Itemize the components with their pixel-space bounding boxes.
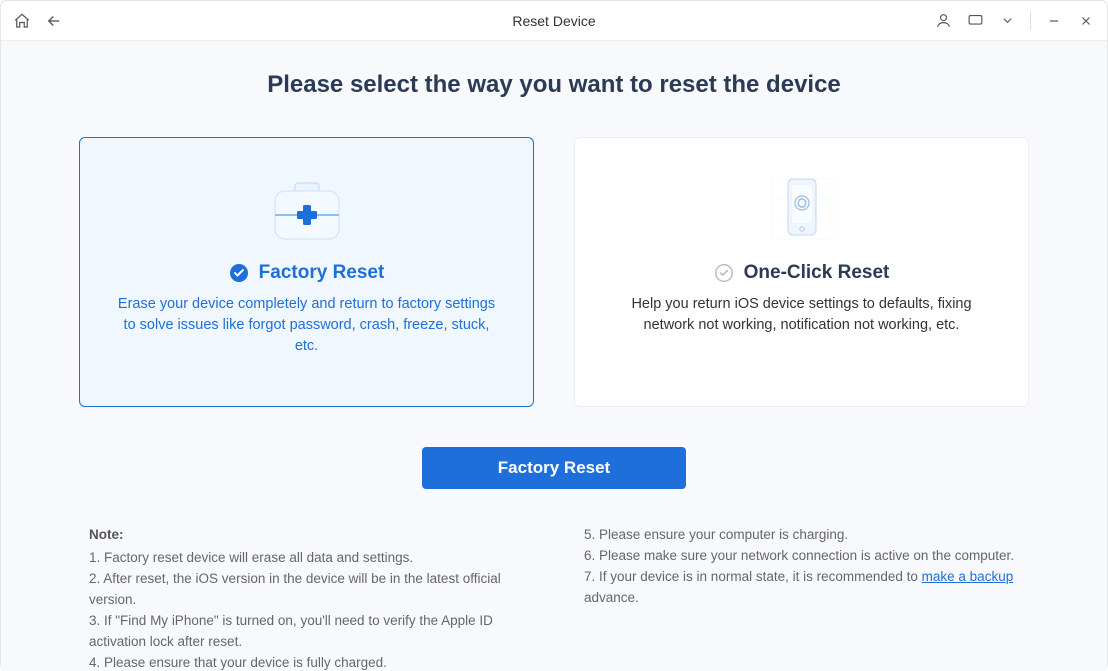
check-filled-icon <box>229 263 249 283</box>
note-3: 3. If "Find My iPhone" is turned on, you… <box>89 611 524 653</box>
feedback-icon[interactable] <box>966 12 984 30</box>
one-click-reset-card[interactable]: One-Click Reset Help you return iOS devi… <box>574 137 1029 407</box>
notes-col-right: 5. Please ensure your computer is chargi… <box>584 525 1019 671</box>
note-7-text-b: advance. <box>584 590 639 605</box>
medkit-icon <box>267 168 347 258</box>
page-title: Please select the way you want to reset … <box>61 71 1047 99</box>
window-title: Reset Device <box>512 13 595 29</box>
factory-reset-heading: Factory Reset <box>229 262 385 284</box>
titlebar: Reset Device <box>1 1 1107 41</box>
home-icon[interactable] <box>13 12 31 30</box>
notes-col-left: Note: 1. Factory reset device will erase… <box>89 525 524 671</box>
notes-label: Note: <box>89 525 524 546</box>
minimize-icon[interactable] <box>1045 12 1063 30</box>
note-5: 5. Please ensure your computer is chargi… <box>584 525 1019 546</box>
reset-option-cards: Factory Reset Erase your device complete… <box>61 137 1047 407</box>
titlebar-right <box>934 12 1095 30</box>
chevron-down-icon[interactable] <box>998 12 1016 30</box>
titlebar-left <box>13 12 63 30</box>
factory-reset-button[interactable]: Factory Reset <box>422 447 686 489</box>
note-7: 7. If your device is in normal state, it… <box>584 567 1019 609</box>
factory-reset-title: Factory Reset <box>259 262 385 284</box>
action-row: Factory Reset <box>61 447 1047 489</box>
titlebar-divider <box>1030 12 1031 30</box>
one-click-reset-title: One-Click Reset <box>744 262 890 284</box>
phone-reset-icon <box>762 168 842 258</box>
notes-section: Note: 1. Factory reset device will erase… <box>61 525 1047 671</box>
note-2: 2. After reset, the iOS version in the d… <box>89 569 524 611</box>
note-1: 1. Factory reset device will erase all d… <box>89 548 524 569</box>
content-area: Please select the way you want to reset … <box>1 41 1107 671</box>
close-icon[interactable] <box>1077 12 1095 30</box>
factory-reset-desc: Erase your device completely and return … <box>110 294 503 357</box>
note-7-text-a: 7. If your device is in normal state, it… <box>584 569 922 584</box>
make-backup-link[interactable]: make a backup <box>922 569 1014 584</box>
check-outline-icon <box>714 263 734 283</box>
one-click-reset-heading: One-Click Reset <box>714 262 890 284</box>
note-6: 6. Please make sure your network connect… <box>584 546 1019 567</box>
one-click-reset-desc: Help you return iOS device settings to d… <box>605 294 998 336</box>
back-arrow-icon[interactable] <box>45 12 63 30</box>
user-icon[interactable] <box>934 12 952 30</box>
factory-reset-card[interactable]: Factory Reset Erase your device complete… <box>79 137 534 407</box>
note-4: 4. Please ensure that your device is ful… <box>89 653 524 671</box>
